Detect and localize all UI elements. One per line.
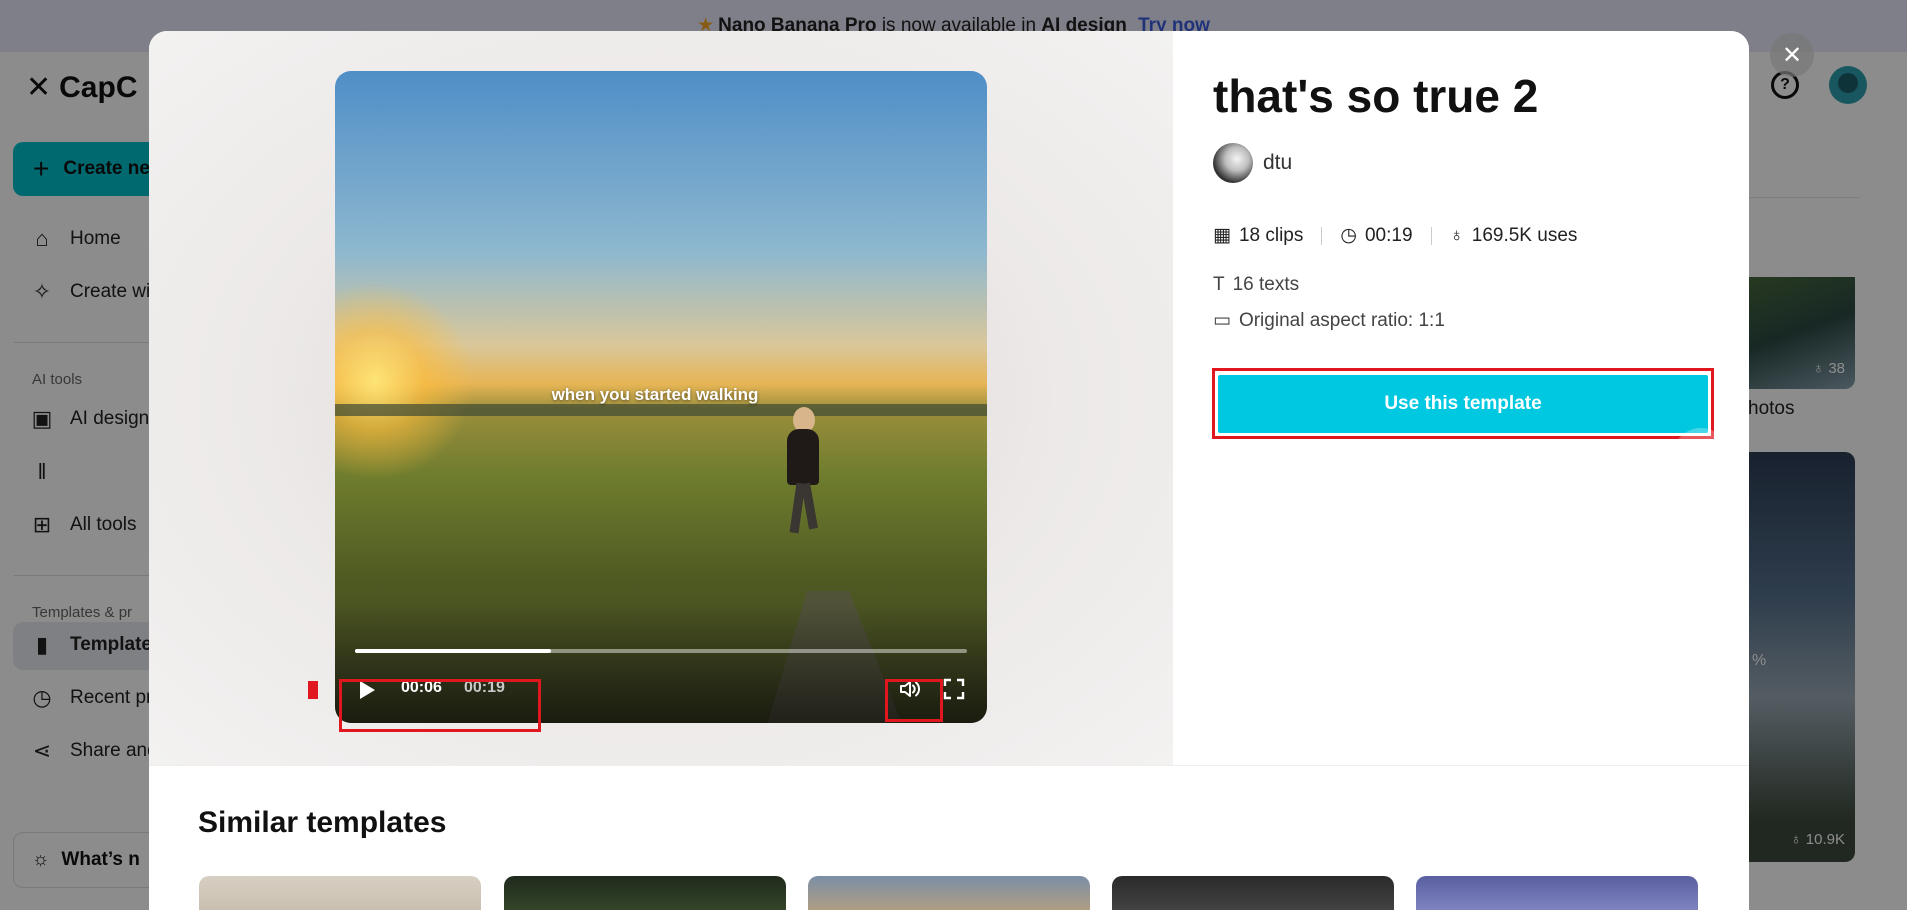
video-treeline	[335, 404, 987, 416]
author[interactable]: dtu	[1213, 143, 1292, 183]
similar-template-card[interactable]	[504, 876, 786, 910]
video-caption: when you started walking	[551, 385, 759, 404]
playback-highlight	[339, 679, 541, 732]
progress-bar[interactable]	[355, 649, 967, 653]
text-icon: T	[1213, 274, 1225, 295]
template-stats: ▦ 18 clips ◷ 00:19 ♁ 169.5K uses	[1213, 224, 1577, 247]
template-info: that's so true 2 dtu ▦ 18 clips ◷ 00:19 …	[1173, 31, 1749, 765]
similar-template-card[interactable]	[808, 876, 1090, 910]
aspect-meta: ▭ Original aspect ratio: 1:1	[1213, 309, 1445, 332]
clock-icon: ◷	[1340, 225, 1357, 246]
fullscreen-icon[interactable]	[943, 678, 965, 700]
clips-count: 18 clips	[1238, 224, 1304, 246]
clips-stat: ▦ 18 clips	[1213, 224, 1303, 247]
similar-templates-section: Similar templates	[149, 765, 1749, 910]
similar-template-card[interactable]	[1416, 876, 1698, 910]
duration-value: 00:19	[1364, 224, 1413, 246]
aspect-ratio-value: Original aspect ratio: 1:1	[1238, 309, 1445, 331]
uses-stat: ♁ 169.5K uses	[1450, 225, 1578, 247]
template-title: that's so true 2	[1213, 70, 1539, 122]
film-icon: ▦	[1213, 225, 1231, 246]
author-name: dtu	[1263, 151, 1293, 174]
flame-icon: ♁	[1449, 224, 1464, 246]
video-runner	[783, 407, 823, 537]
author-avatar	[1213, 143, 1253, 183]
video-player[interactable]: when you started walking 00:06 00:19	[335, 71, 987, 723]
progress-fill	[355, 649, 551, 653]
close-modal-button[interactable]: ✕	[1770, 33, 1814, 77]
similar-templates-title: Similar templates	[198, 806, 447, 839]
marker-highlight	[308, 681, 318, 699]
duration-stat: ◷ 00:19	[1340, 224, 1412, 247]
preview-area: when you started walking 00:06 00:19 ‹	[149, 31, 1173, 765]
similar-template-card[interactable]	[199, 876, 481, 910]
template-preview-modal: when you started walking 00:06 00:19 ‹	[149, 31, 1749, 910]
aspect-ratio-icon: ▭	[1213, 310, 1231, 331]
next-template-button[interactable]: ›	[1672, 428, 1730, 486]
use-template-highlight	[1212, 368, 1714, 439]
video-sun	[335, 281, 475, 481]
texts-meta: T 16 texts	[1213, 274, 1299, 296]
uses-count: 169.5K uses	[1471, 224, 1578, 246]
volume-highlight	[885, 679, 943, 722]
texts-count: 16 texts	[1232, 274, 1300, 295]
similar-template-card[interactable]	[1112, 876, 1394, 910]
